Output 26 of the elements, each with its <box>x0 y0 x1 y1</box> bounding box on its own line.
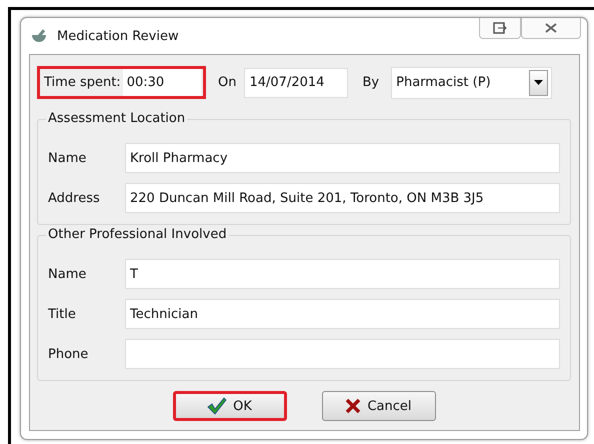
field-label: Phone <box>48 346 90 362</box>
field-label: Name <box>48 266 88 282</box>
mortar-pestle-icon <box>31 29 49 43</box>
restore-icon <box>493 22 507 34</box>
cross-icon <box>345 398 362 414</box>
restore-button[interactable] <box>479 18 521 39</box>
checkmark-icon <box>207 397 228 415</box>
input-field[interactable]: T <box>125 259 560 289</box>
input-field[interactable]: 220 Duncan Mill Road, Suite 201, Toronto, ON M3B 3J5 <box>125 183 560 213</box>
field-label: By <box>362 75 380 90</box>
field-label: Address <box>48 190 101 206</box>
field-label: Title <box>48 306 77 322</box>
window-title: Medication Review <box>57 28 179 44</box>
field-label: Name <box>48 150 88 166</box>
input-field[interactable]: Technician <box>125 299 560 329</box>
input-field[interactable]: 00:30 <box>122 69 201 96</box>
field-label: On <box>218 75 236 90</box>
cancel-button[interactable]: Cancel <box>322 391 436 421</box>
ok-button[interactable]: OK <box>172 391 286 421</box>
close-button[interactable] <box>521 18 581 39</box>
dropdown[interactable]: Pharmacist (P) <box>391 66 552 98</box>
date-field[interactable]: 14/07/2014 <box>244 68 348 98</box>
input-field[interactable]: Kroll Pharmacy <box>125 143 560 173</box>
input-field[interactable] <box>125 339 560 369</box>
field-label: Time spent: <box>44 75 121 90</box>
close-icon <box>545 23 557 33</box>
